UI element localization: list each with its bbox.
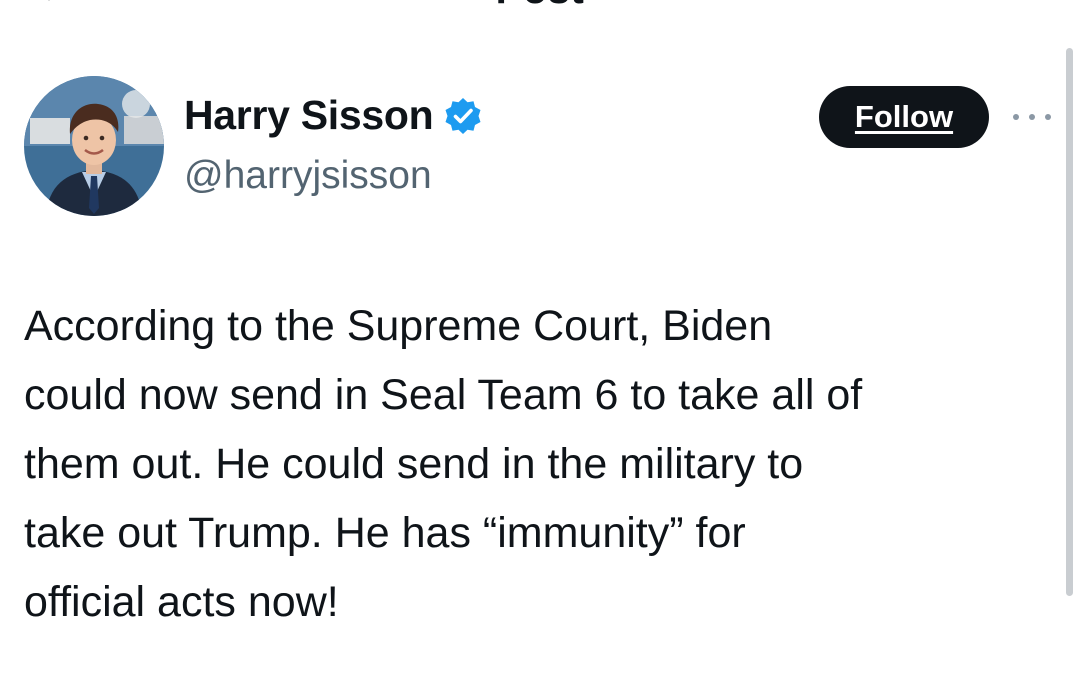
author-name-text[interactable]: Harry Sisson [184,92,434,139]
more-dot [1045,114,1051,120]
more-dot [1029,114,1035,120]
author-handle[interactable]: @harryjsisson [184,154,432,198]
avatar-image [24,76,164,216]
top-navigation-bar: Post [0,0,1080,14]
scrollbar[interactable] [1066,48,1073,596]
post-text: According to the Supreme Court, Biden co… [24,302,863,626]
verified-badge-icon [445,97,481,134]
page-title: Post [0,0,1080,13]
avatar[interactable] [24,76,164,216]
follow-button[interactable]: Follow [819,86,989,148]
more-dot [1013,114,1019,120]
more-options-icon[interactable] [1013,112,1051,122]
author-display-name[interactable]: Harry Sisson [184,92,483,139]
post-page: Post Harry Sisson [0,0,1080,697]
